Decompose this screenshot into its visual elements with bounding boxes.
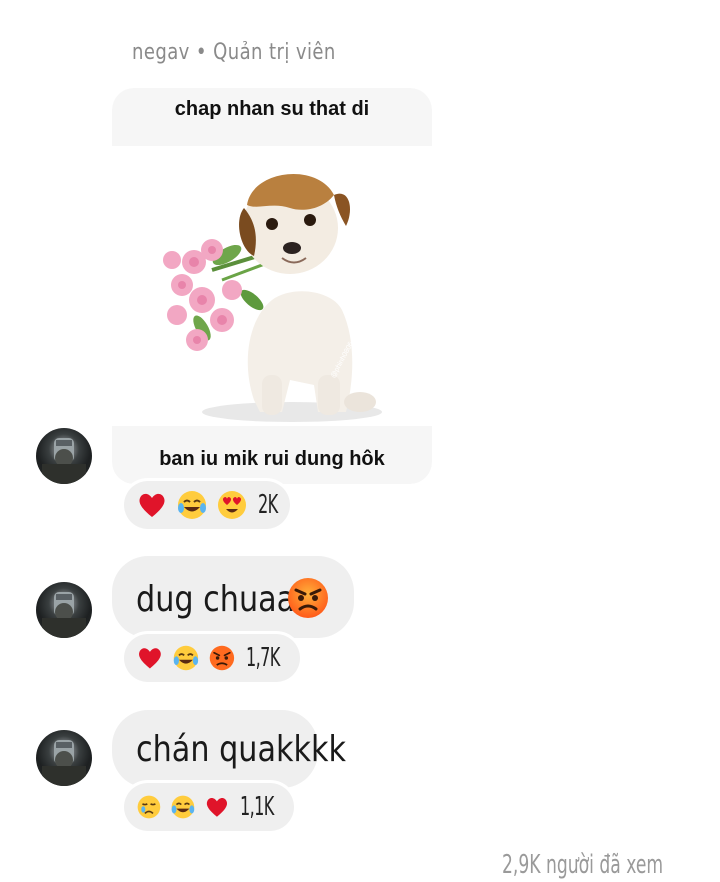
reaction-bar[interactable]: 2K — [124, 481, 290, 529]
heart-eyes-icon — [218, 491, 246, 519]
tears-of-joy-icon — [178, 491, 206, 519]
image-message[interactable]: chap nhan su that di @phinh0806 ban iu m… — [112, 88, 432, 484]
sender-name[interactable]: negav — [132, 40, 190, 65]
tears-of-joy-icon — [173, 645, 198, 671]
message-text: chán quakkkk — [136, 729, 347, 770]
meme-caption-bottom: ban iu mik rui dung hôk — [159, 448, 385, 470]
crying-face-icon — [137, 795, 161, 819]
heart-icon — [139, 493, 165, 517]
tears-of-joy-icon — [171, 795, 195, 819]
reaction-bar[interactable]: 1,1K — [124, 783, 294, 831]
avatar[interactable] — [36, 730, 92, 786]
meme-caption-top: chap nhan su that di — [174, 98, 370, 120]
avatar[interactable] — [36, 428, 92, 484]
sender-separator: • — [195, 40, 207, 65]
sender-header: negav • Quản trị viên — [132, 40, 336, 65]
reaction-count: 2K — [258, 490, 278, 520]
angry-face-icon — [288, 578, 328, 618]
message-bubble[interactable]: chán quakkkk — [112, 710, 346, 788]
seen-by-count[interactable]: 2,9K người đã xem — [502, 850, 663, 880]
heart-icon — [139, 648, 161, 669]
reaction-count: 1,1K — [239, 792, 274, 822]
heart-icon — [206, 798, 227, 817]
sender-role: Quản trị viên — [213, 40, 336, 65]
reaction-bar[interactable]: 1,7K — [124, 634, 300, 682]
dog-with-flowers-image — [163, 174, 382, 422]
message-bubble[interactable]: dug chuaaa — [112, 556, 354, 638]
reaction-count: 1,7K — [245, 643, 280, 673]
angry-face-icon — [209, 645, 234, 671]
avatar[interactable] — [36, 582, 92, 638]
